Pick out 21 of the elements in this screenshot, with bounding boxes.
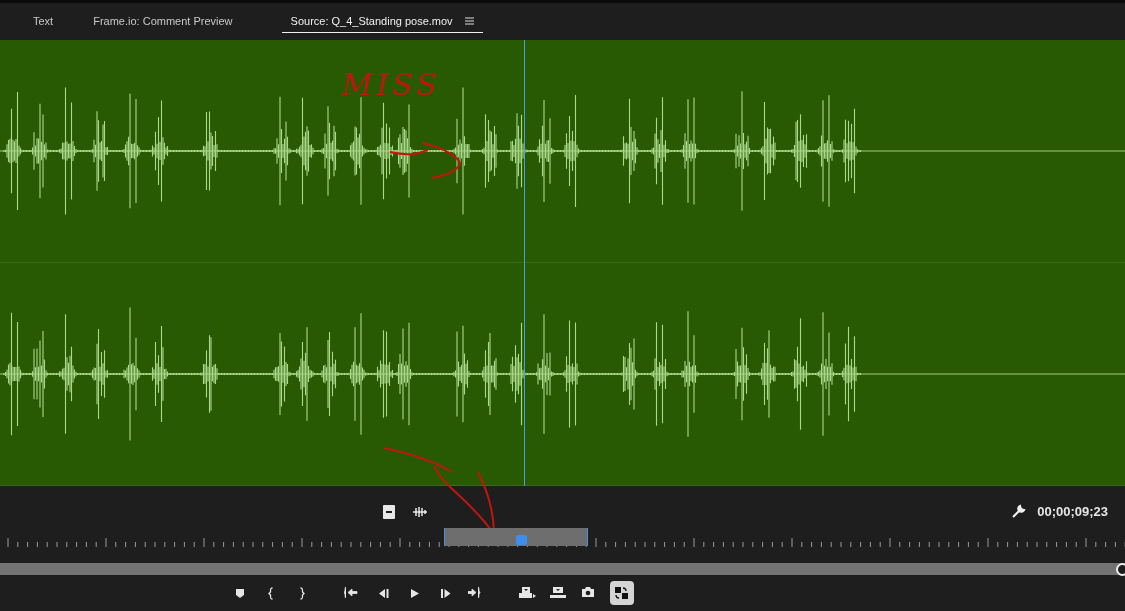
- timecode: 00;00;09;23: [1037, 504, 1108, 519]
- marker-icon: [235, 587, 245, 599]
- compare-icon: [613, 586, 631, 600]
- wrench-icon[interactable]: [1011, 504, 1027, 519]
- compare-button[interactable]: [610, 581, 634, 605]
- step-back-icon: [379, 588, 389, 598]
- insert-icon: [519, 586, 537, 600]
- play-icon: [411, 588, 419, 598]
- playhead-handle[interactable]: [516, 535, 527, 545]
- step-forward-icon: [441, 588, 451, 598]
- tab[interactable]: Frame.io: Comment Preview: [84, 10, 242, 33]
- tab[interactable]: Text: [24, 10, 63, 33]
- right-brace-icon: [299, 586, 305, 600]
- scroll-bar[interactable]: [0, 563, 1125, 575]
- menu-icon[interactable]: [464, 16, 474, 25]
- handwritten-note: MISS: [342, 70, 442, 100]
- overwrite-icon: [550, 586, 568, 600]
- left-brace-icon: [268, 586, 274, 600]
- film-icon[interactable]: [383, 505, 395, 519]
- waveform-icon[interactable]: [413, 507, 427, 517]
- tab[interactable]: Source: Q_4_Standing pose.mov: [281, 10, 483, 33]
